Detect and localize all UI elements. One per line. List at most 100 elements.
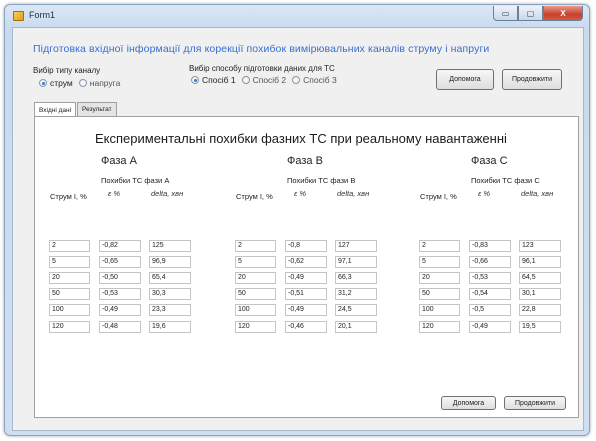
phase-c-cell-2-0[interactable]: 20 (419, 272, 460, 284)
phase-c-cell-5-2[interactable]: 19,5 (519, 321, 561, 333)
phase-c-cell-3-1[interactable]: -0,54 (469, 288, 511, 300)
radio-method-3[interactable]: Спосіб 3 (292, 75, 337, 85)
phase-b-cell-0-0[interactable]: 2 (235, 240, 276, 252)
phase-b-eps-header: ε % (294, 189, 307, 198)
phase-c-cell-1-1[interactable]: -0,66 (469, 256, 511, 268)
phase-b-cell-4-2[interactable]: 24,5 (335, 304, 377, 316)
phase-c-cell-5-0[interactable]: 120 (419, 321, 460, 333)
phase-a-delta-header: delta, хвн (151, 189, 184, 198)
tab-panel-input-data: Експериментальні похибки фазних ТС при р… (34, 116, 579, 418)
phase-c-cell-4-2[interactable]: 22,8 (519, 304, 561, 316)
phase-c-cell-1-0[interactable]: 5 (419, 256, 460, 268)
title-bar[interactable]: Form1 ▭ ▢ X (5, 5, 589, 27)
phase-b-cell-5-1[interactable]: -0,46 (285, 321, 327, 333)
phase-b-cell-1-0[interactable]: 5 (235, 256, 276, 268)
phase-c-cell-0-0[interactable]: 2 (419, 240, 460, 252)
phase-c-cell-3-0[interactable]: 50 (419, 288, 460, 300)
radio-current-icon[interactable] (39, 79, 47, 87)
phase-a-cell-5-1[interactable]: -0,48 (99, 321, 141, 333)
phase-a-cell-1-0[interactable]: 5 (49, 256, 90, 268)
phase-c-cell-4-1[interactable]: -0,5 (469, 304, 511, 316)
radio-method-2[interactable]: Спосіб 2 (241, 75, 287, 85)
phase-b-delta-header: delta, хвн (337, 189, 370, 198)
page-title: Підготовка вхідної інформації для корекц… (33, 43, 490, 55)
prep-method-group: Спосіб 1 Спосіб 2 Спосіб 3 (191, 75, 343, 85)
form-icon (13, 11, 24, 21)
phase-b-cell-1-1[interactable]: -0,62 (285, 256, 327, 268)
radio-method-2-label: Спосіб 2 (252, 75, 287, 85)
channel-type-label: Вибір типу каналу (33, 66, 101, 75)
phase-b-cell-1-2[interactable]: 97,1 (335, 256, 377, 268)
phase-c-cell-5-1[interactable]: -0,49 (469, 321, 511, 333)
phase-b-cell-5-0[interactable]: 120 (235, 321, 276, 333)
phase-c-cell-0-2[interactable]: 123 (519, 240, 561, 252)
phase-a-cell-2-0[interactable]: 20 (49, 272, 90, 284)
phase-b-cell-3-0[interactable]: 50 (235, 288, 276, 300)
maximize-icon: ▢ (526, 8, 535, 18)
continue-button-top[interactable]: Продовжити (502, 69, 562, 90)
phase-a-error-header: Похибки ТС фази А (101, 176, 170, 185)
phase-b-cell-4-1[interactable]: -0,49 (285, 304, 327, 316)
phase-b-cell-2-0[interactable]: 20 (235, 272, 276, 284)
radio-method-1-icon[interactable] (191, 76, 199, 84)
phase-a-cell-1-1[interactable]: -0,65 (99, 256, 141, 268)
prep-method-label: Вибір способу підготовки даних для ТС (189, 64, 335, 73)
minimize-icon: ▭ (501, 8, 510, 18)
phase-b-cell-3-1[interactable]: -0,51 (285, 288, 327, 300)
radio-voltage-icon[interactable] (78, 79, 87, 87)
phase-b-cell-5-2[interactable]: 20,1 (335, 321, 377, 333)
help-button-bottom[interactable]: Допомога (441, 396, 496, 410)
phase-a-cell-0-2[interactable]: 125 (149, 240, 191, 252)
phase-b-current-header: Струм I, % (236, 192, 273, 201)
phase-b-cell-0-1[interactable]: -0,8 (285, 240, 327, 252)
tab-input-data[interactable]: Вхідні дані (34, 102, 77, 117)
phase-b-cell-4-0[interactable]: 100 (235, 304, 276, 316)
app-window: Form1 ▭ ▢ X Підготовка вхідної інформаці… (4, 4, 590, 436)
radio-method-1[interactable]: Спосіб 1 (191, 75, 236, 85)
close-button[interactable]: X (543, 6, 583, 21)
continue-button-bottom[interactable]: Продовжити (504, 396, 566, 410)
phase-b-cell-2-2[interactable]: 66,3 (335, 272, 377, 284)
phase-a-cell-4-1[interactable]: -0,49 (99, 304, 141, 316)
help-button-top[interactable]: Допомога (436, 69, 494, 90)
phase-a-cell-3-1[interactable]: -0,53 (99, 288, 141, 300)
radio-current-label: струм (50, 78, 73, 88)
phase-b-cell-0-2[interactable]: 127 (335, 240, 377, 252)
phase-b-cell-3-2[interactable]: 31,2 (335, 288, 377, 300)
phase-a-cell-5-2[interactable]: 19,6 (149, 321, 191, 333)
phase-a-cell-1-2[interactable]: 96,9 (149, 256, 191, 268)
phase-a-cell-4-2[interactable]: 23,3 (149, 304, 191, 316)
phase-a-cell-2-1[interactable]: -0,50 (99, 272, 141, 284)
phase-a-cell-2-2[interactable]: 65,4 (149, 272, 191, 284)
tab-result[interactable]: Результат (77, 102, 117, 116)
phase-a-cell-5-0[interactable]: 120 (49, 321, 90, 333)
phase-c-cell-2-2[interactable]: 64,5 (519, 272, 561, 284)
form-client-area: Підготовка вхідної інформації для корекц… (12, 27, 584, 431)
radio-voltage-label: напруга (89, 78, 121, 88)
phase-a-cell-0-1[interactable]: -0,82 (99, 240, 141, 252)
phase-c-error-header: Похибки ТС фази С (471, 176, 540, 185)
phase-c-cell-4-0[interactable]: 100 (419, 304, 460, 316)
tab-strip: Вхідні дані Результат (34, 102, 118, 117)
phase-c-cell-1-2[interactable]: 96,1 (519, 256, 561, 268)
phase-c-cell-0-1[interactable]: -0,83 (469, 240, 511, 252)
phase-c-title: Фаза С (471, 155, 508, 167)
minimize-button[interactable]: ▭ (493, 6, 518, 21)
radio-method-2-icon[interactable] (241, 76, 250, 84)
window-controls: ▭ ▢ X (493, 6, 583, 21)
maximize-button[interactable]: ▢ (518, 6, 543, 21)
phase-a-cell-3-2[interactable]: 30,3 (149, 288, 191, 300)
phase-a-cell-0-0[interactable]: 2 (49, 240, 90, 252)
phase-b-title: Фаза В (287, 155, 323, 167)
close-icon: X (560, 8, 566, 18)
phase-a-cell-3-0[interactable]: 50 (49, 288, 90, 300)
phase-c-delta-header: delta, хвн (521, 189, 554, 198)
phase-a-title: Фаза А (101, 155, 137, 167)
radio-method-3-icon[interactable] (292, 76, 301, 84)
phase-c-cell-3-2[interactable]: 30,1 (519, 288, 561, 300)
radio-voltage[interactable]: напруга (78, 78, 121, 88)
radio-current[interactable]: струм (39, 78, 73, 88)
phase-a-cell-4-0[interactable]: 100 (49, 304, 90, 316)
phase-c-cell-2-1[interactable]: -0,53 (469, 272, 511, 284)
phase-b-cell-2-1[interactable]: -0,49 (285, 272, 327, 284)
